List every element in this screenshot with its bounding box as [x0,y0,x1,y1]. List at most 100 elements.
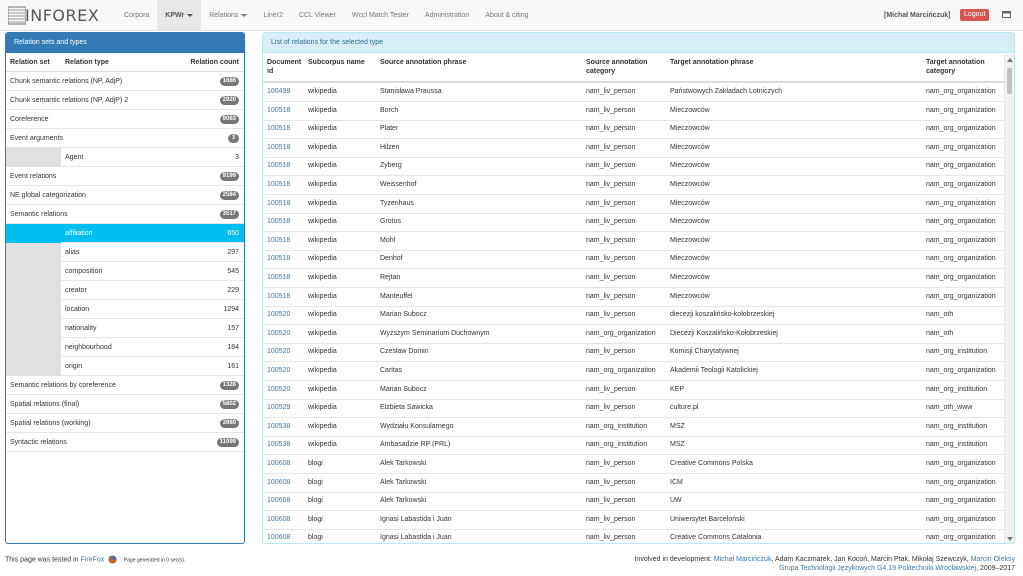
nav-item-administration[interactable]: Administration [417,0,477,31]
source-phrase-cell: Wyższym Seminarium Duchownym [380,329,490,337]
nav-item-relations[interactable]: Relations [201,0,255,31]
relation-set-row[interactable]: Semantic relations by coreference 1328 [6,376,244,395]
relation-sets-panel: Relation sets and types Relation set Rel… [5,32,245,544]
document-id-link[interactable]: 100608 [267,474,305,492]
footer-involved-prefix: Involved in development: [634,556,712,563]
source-phrase-cell: Elżbieta Sawicka [380,404,433,412]
document-id-link[interactable]: 100518 [267,139,305,157]
scroll-thumb[interactable] [1007,68,1012,94]
document-id-link[interactable]: 100608 [267,511,305,529]
target-category-cell: nam_org_institution [926,348,988,356]
relation-type-row[interactable]: affiliation 650 [6,224,244,243]
dev-link-marcinczuk[interactable]: Michał Marcińczuk [714,556,772,563]
row-indent [6,281,61,300]
relation-type-row[interactable]: nationality 157 [6,319,244,338]
target-category-cell: nam_org_institution [926,441,988,449]
relation-set-row[interactable]: Event arguments 3 [6,129,244,148]
relation-set-row[interactable]: Chunk semantic relations (NP, AdjP) 1686 [6,72,244,91]
col-source-phrase[interactable]: Source annotation phrase [380,54,580,82]
relation-set-row[interactable]: Event relations 9199 [6,167,244,186]
document-id-link[interactable]: 100518 [267,157,305,175]
col-target-category[interactable]: Target annotation category [926,54,1001,82]
table-row: 100518 wikipedia Borch nam_liv_person Mieczo… [263,102,1006,121]
table-row: 100518 wikipedia Plater nam_liv_person Miecz… [263,120,1006,140]
document-id-link[interactable]: 100529 [267,399,305,417]
relation-set-row[interactable]: Semantic relations 3517 [6,205,244,224]
document-id-link[interactable]: 100520 [267,381,305,399]
document-id-link[interactable]: 100499 [267,83,305,101]
document-id-link[interactable]: 100520 [267,362,305,380]
relations-table: Document id Subcorpus name Source annota… [263,54,1006,543]
document-id-link[interactable]: 100518 [267,176,305,194]
dev-link-oleksy[interactable]: Marcin Oleksy [971,556,1015,563]
target-category-cell: nam_org_organization [926,367,996,374]
table-scrollbar[interactable] [1004,54,1014,543]
group-link[interactable]: Grupa Technologii Językowych G4.19 Polit… [779,565,976,572]
document-id-link[interactable]: 100608 [267,455,305,473]
target-phrase-cell: Creative Commons Catalonia [670,534,762,542]
col-document-id[interactable]: Document id [267,54,303,82]
relation-type-row[interactable]: creator 229 [6,281,244,300]
relation-type-row[interactable]: neighbourhood 184 [6,338,244,357]
relations-list-title: List of relations for the selected type [263,33,1014,53]
relation-type-row[interactable]: location 1294 [6,300,244,319]
relation-type-row[interactable]: Agent 3 [6,148,244,167]
document-id-link[interactable]: 100518 [267,213,305,231]
document-id-link[interactable]: 100520 [267,343,305,361]
nav-item-ccl-viewer[interactable]: CCL Viewer [291,0,344,31]
document-id-link[interactable]: 100520 [267,325,305,343]
relation-type-label: Agent [65,154,84,161]
scroll-up-icon[interactable] [1007,58,1013,62]
target-phrase-cell: Akademii Teologii Katolickiej [670,367,758,374]
window-icon[interactable] [1002,11,1011,19]
table-row: 100520 wikipedia Marian Subocz nam_liv_pers… [263,306,1006,326]
relation-set-row[interactable]: Syntactic relations 11098 [6,433,244,452]
nav-item-liner2[interactable]: Liner2 [255,0,290,31]
relation-type-row[interactable]: alias 297 [6,243,244,262]
document-id-link[interactable]: 100518 [267,120,305,138]
document-id-link[interactable]: 100518 [267,195,305,213]
scroll-down-icon[interactable] [1007,537,1013,541]
relation-set-row[interactable]: Coreference 9063 [6,110,244,129]
col-source-category[interactable]: Source annotation category [586,54,656,82]
document-id-link[interactable]: 100518 [267,269,305,287]
document-id-link[interactable]: 100608 [267,529,305,543]
document-id-link[interactable]: 100518 [267,250,305,268]
document-id-link[interactable]: 100518 [267,232,305,250]
nav-item-corpora[interactable]: Corpora [116,0,157,31]
firefox-link[interactable]: FireFox [81,556,105,563]
nav-item-wccl-match-tester[interactable]: Wccl Match Tester [344,0,417,31]
relation-type-count: 229 [227,287,239,294]
relation-type-label: location [65,306,90,313]
nav-item-kpwr[interactable]: KPWr [157,0,202,31]
subcorpus-cell: blogi [308,515,323,523]
target-phrase-cell: Uniwersytet Barceloński [670,515,745,523]
relation-set-row[interactable]: Spatial relations (working) 3960 [6,414,244,433]
target-phrase-cell: Mieczowców [670,162,710,170]
row-indent [6,300,61,319]
relation-type-row[interactable]: composition 545 [6,262,244,281]
document-id-link[interactable]: 100608 [267,492,305,510]
source-phrase-cell: Zyberg [380,162,402,170]
document-id-link[interactable]: 100518 [267,288,305,306]
table-row: 100538 wikipedia Wydziału Konsularnego nam_… [263,418,1006,437]
relation-set-row[interactable]: NE global categorization 2584 [6,186,244,205]
document-id-link[interactable]: 100518 [267,102,305,120]
source-phrase-cell: Ignasi Labastida i Juan [380,515,452,523]
document-id-link[interactable]: 100538 [267,418,305,436]
subcorpus-cell: blogi [308,497,323,505]
relation-type-row[interactable]: origin 161 [6,357,244,376]
source-category-cell: nam_liv_person [586,88,636,95]
relation-set-row[interactable]: Chunk semantic relations (NP, AdjP) 2 292… [6,91,244,110]
col-target-phrase[interactable]: Target annotation phrase [670,54,890,82]
logout-button[interactable]: Logout [960,9,990,21]
col-subcorpus-name[interactable]: Subcorpus name [308,54,378,82]
relation-count-badge: 1328 [219,381,239,390]
relation-set-row[interactable]: Spatial relations (final) 5802 [6,395,244,414]
subcorpus-cell: wikipedia [308,329,337,337]
document-id-link[interactable]: 100520 [267,306,305,324]
nav-item-about-citing[interactable]: About & citing [477,0,536,31]
brand[interactable]: INFOREX [8,6,99,25]
relation-set-label: Event arguments [10,135,63,142]
document-id-link[interactable]: 100538 [267,436,305,454]
